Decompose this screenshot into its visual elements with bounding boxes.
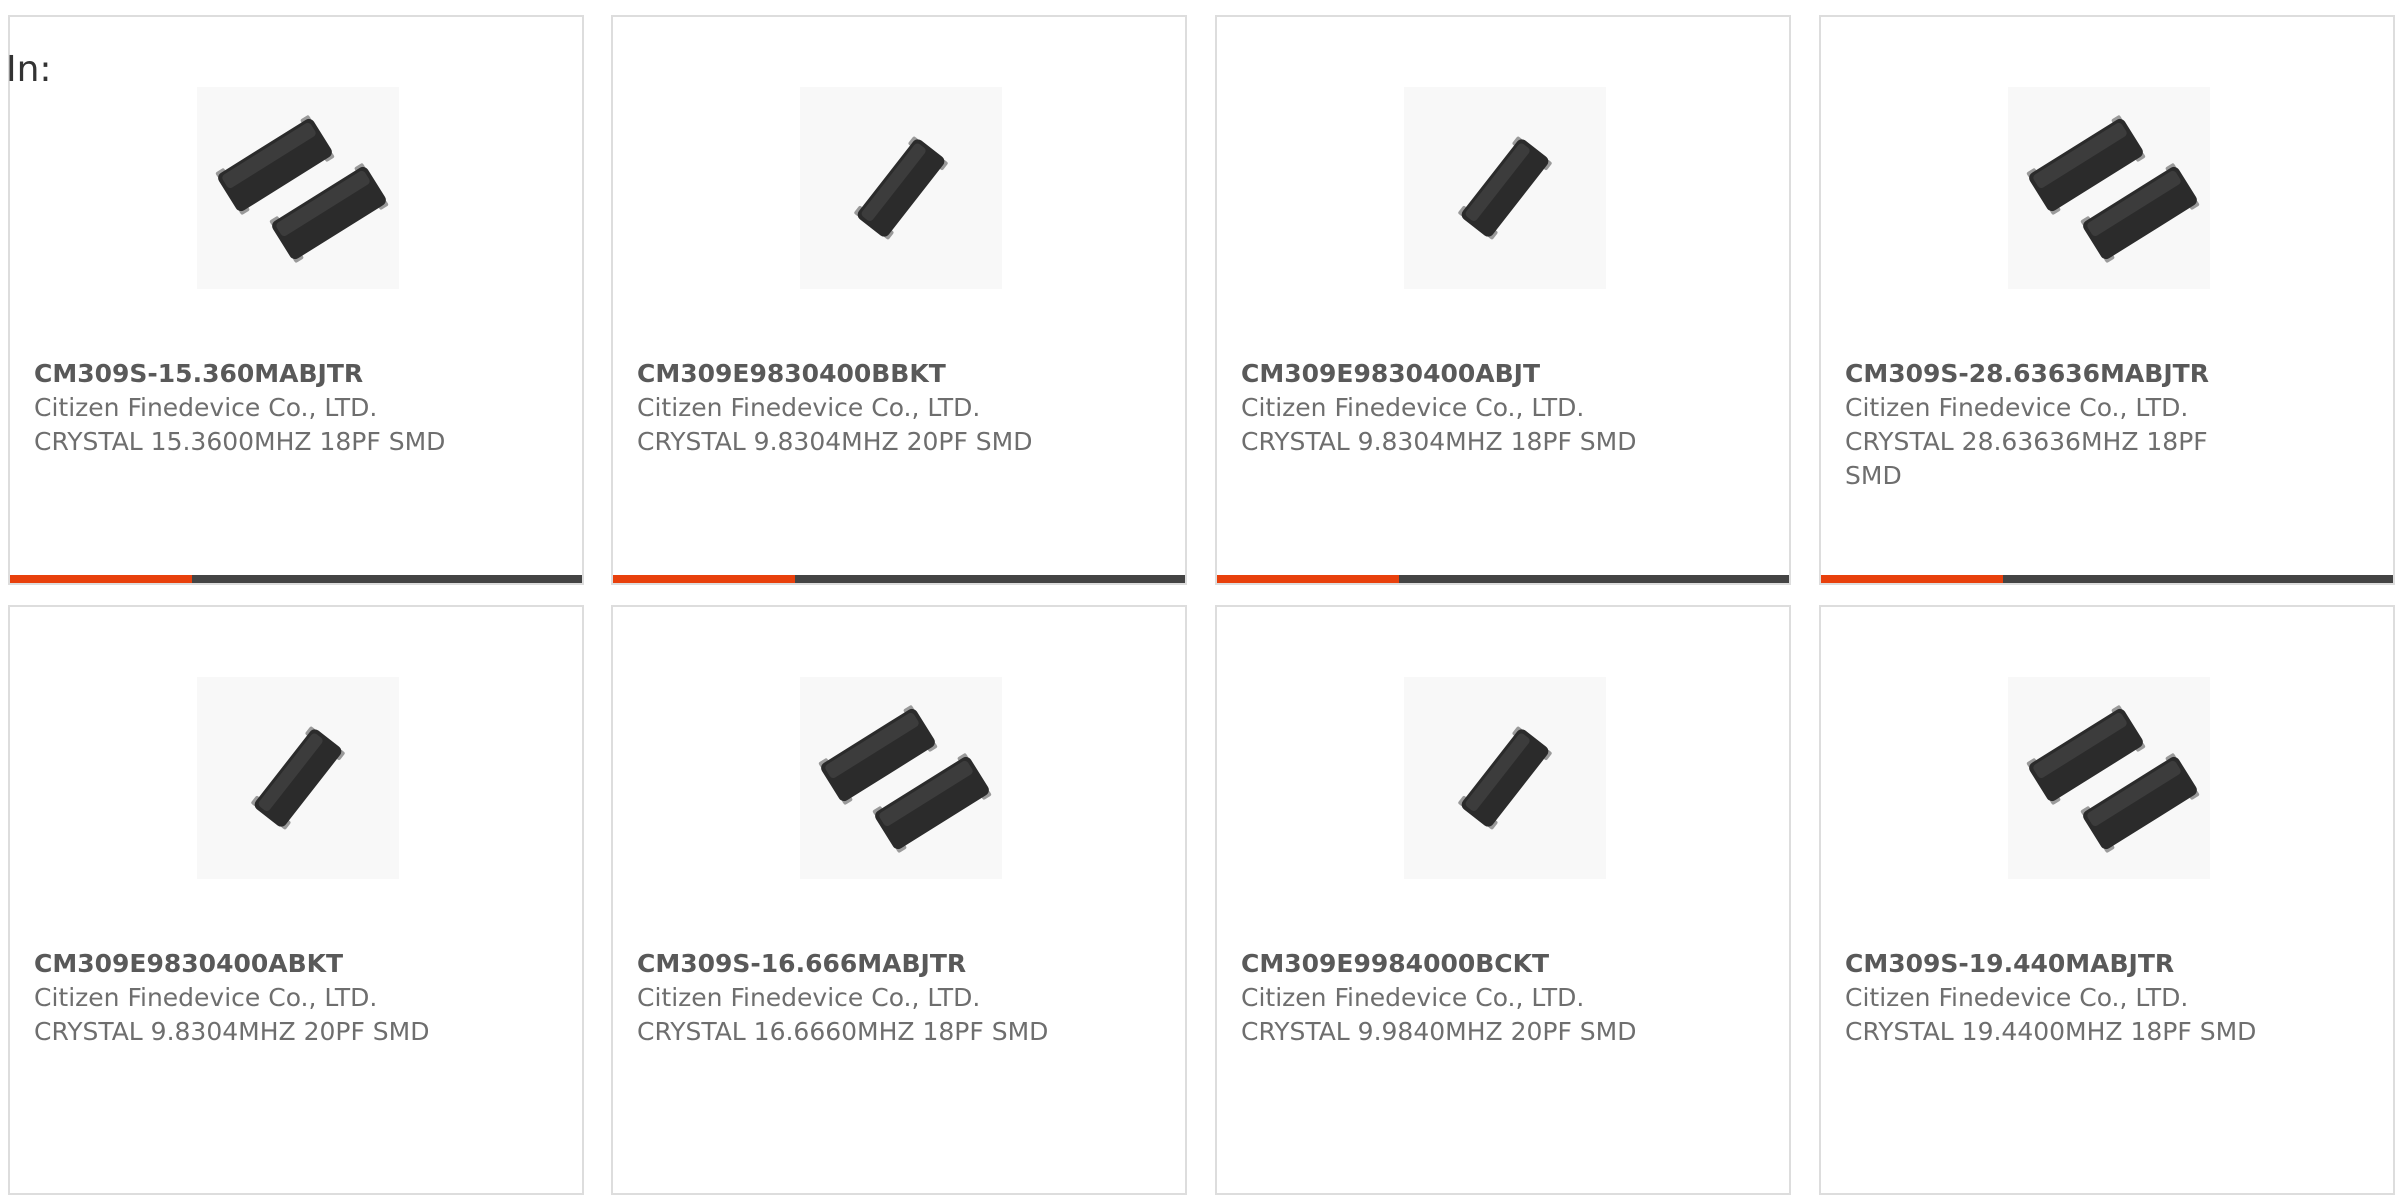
crystal-icon <box>251 726 345 830</box>
part-number-link[interactable]: CM309S-16.666MABJTR <box>637 947 1057 981</box>
part-number-link[interactable]: CM309E9830400BBKT <box>637 357 1057 391</box>
product-card[interactable]: CM309E9830400ABKT Citizen Finedevice Co.… <box>8 605 584 1195</box>
product-info: CM309S-16.666MABJTR Citizen Finedevice C… <box>637 947 1057 1049</box>
manufacturer-name: Citizen Finedevice Co., LTD. <box>1845 393 2189 422</box>
product-image[interactable] <box>800 87 1002 289</box>
product-image[interactable] <box>1404 677 1606 879</box>
product-image[interactable] <box>197 677 399 879</box>
product-image[interactable] <box>800 677 1002 879</box>
product-card[interactable]: CM309E9830400ABJT Citizen Finedevice Co.… <box>1215 15 1791 585</box>
card-accent-bar <box>1821 575 2003 583</box>
crystal-icon <box>1458 726 1552 830</box>
part-number-link[interactable]: CM309S-28.63636MABJTR <box>1845 357 2265 391</box>
manufacturer-name: Citizen Finedevice Co., LTD. <box>34 393 378 422</box>
crystal-icon <box>1458 136 1552 240</box>
manufacturer-name: Citizen Finedevice Co., LTD. <box>637 393 981 422</box>
product-image[interactable] <box>197 87 399 289</box>
manufacturer-name: Citizen Finedevice Co., LTD. <box>1241 983 1585 1012</box>
product-info: CM309S-28.63636MABJTR Citizen Finedevice… <box>1845 357 2265 493</box>
part-number-link[interactable]: CM309E9830400ABJT <box>1241 357 1661 391</box>
manufacturer-name: Citizen Finedevice Co., LTD. <box>34 983 378 1012</box>
card-footer-bar <box>10 575 582 583</box>
part-number-link[interactable]: CM309E9984000BCKT <box>1241 947 1661 981</box>
crystal-pair-icon <box>215 115 389 263</box>
product-card[interactable]: CM309E9984000BCKT Citizen Finedevice Co.… <box>1215 605 1791 1195</box>
product-card[interactable]: CM309S-19.440MABJTR Citizen Finedevice C… <box>1819 605 2395 1195</box>
product-description: CRYSTAL 9.8304MHZ 20PF SMD <box>34 1017 430 1046</box>
product-card[interactable]: CM309S-15.360MABJTR Citizen Finedevice C… <box>8 15 584 585</box>
card-footer-bar <box>613 575 1185 583</box>
product-description: CRYSTAL 16.6660MHZ 18PF SMD <box>637 1017 1049 1046</box>
product-info: CM309E9830400ABJT Citizen Finedevice Co.… <box>1241 357 1661 459</box>
product-info: CM309S-15.360MABJTR Citizen Finedevice C… <box>34 357 454 459</box>
product-description: CRYSTAL 19.4400MHZ 18PF SMD <box>1845 1017 2257 1046</box>
product-image[interactable] <box>2008 87 2210 289</box>
crystal-icon <box>854 136 948 240</box>
product-info: CM309S-19.440MABJTR Citizen Finedevice C… <box>1845 947 2265 1049</box>
card-accent-bar <box>10 575 192 583</box>
card-footer-bar <box>1217 575 1789 583</box>
card-accent-bar <box>613 575 795 583</box>
crystal-pair-icon <box>818 705 992 853</box>
product-description: CRYSTAL 28.63636MHZ 18PF SMD <box>1845 427 2208 490</box>
part-number-link[interactable]: CM309S-15.360MABJTR <box>34 357 454 391</box>
product-card[interactable]: CM309S-28.63636MABJTR Citizen Finedevice… <box>1819 15 2395 585</box>
product-grid: CM309S-15.360MABJTR Citizen Finedevice C… <box>8 15 2400 1195</box>
product-description: CRYSTAL 9.8304MHZ 20PF SMD <box>637 427 1033 456</box>
manufacturer-name: Citizen Finedevice Co., LTD. <box>1241 393 1585 422</box>
product-info: CM309E9830400ABKT Citizen Finedevice Co.… <box>34 947 454 1049</box>
part-number-link[interactable]: CM309E9830400ABKT <box>34 947 454 981</box>
product-description: CRYSTAL 9.9840MHZ 20PF SMD <box>1241 1017 1637 1046</box>
manufacturer-name: Citizen Finedevice Co., LTD. <box>637 983 981 1012</box>
card-accent-bar <box>1217 575 1399 583</box>
product-description: CRYSTAL 15.3600MHZ 18PF SMD <box>34 427 446 456</box>
crystal-pair-icon <box>2026 115 2200 263</box>
product-description: CRYSTAL 9.8304MHZ 18PF SMD <box>1241 427 1637 456</box>
product-image[interactable] <box>1404 87 1606 289</box>
product-card[interactable]: CM309E9830400BBKT Citizen Finedevice Co.… <box>611 15 1187 585</box>
manufacturer-name: Citizen Finedevice Co., LTD. <box>1845 983 2189 1012</box>
product-info: CM309E9830400BBKT Citizen Finedevice Co.… <box>637 357 1057 459</box>
product-card[interactable]: CM309S-16.666MABJTR Citizen Finedevice C… <box>611 605 1187 1195</box>
card-footer-bar <box>1821 575 2393 583</box>
product-info: CM309E9984000BCKT Citizen Finedevice Co.… <box>1241 947 1661 1049</box>
product-image[interactable] <box>2008 677 2210 879</box>
crystal-pair-icon <box>2026 705 2200 853</box>
filter-label: In: <box>6 49 52 90</box>
part-number-link[interactable]: CM309S-19.440MABJTR <box>1845 947 2265 981</box>
